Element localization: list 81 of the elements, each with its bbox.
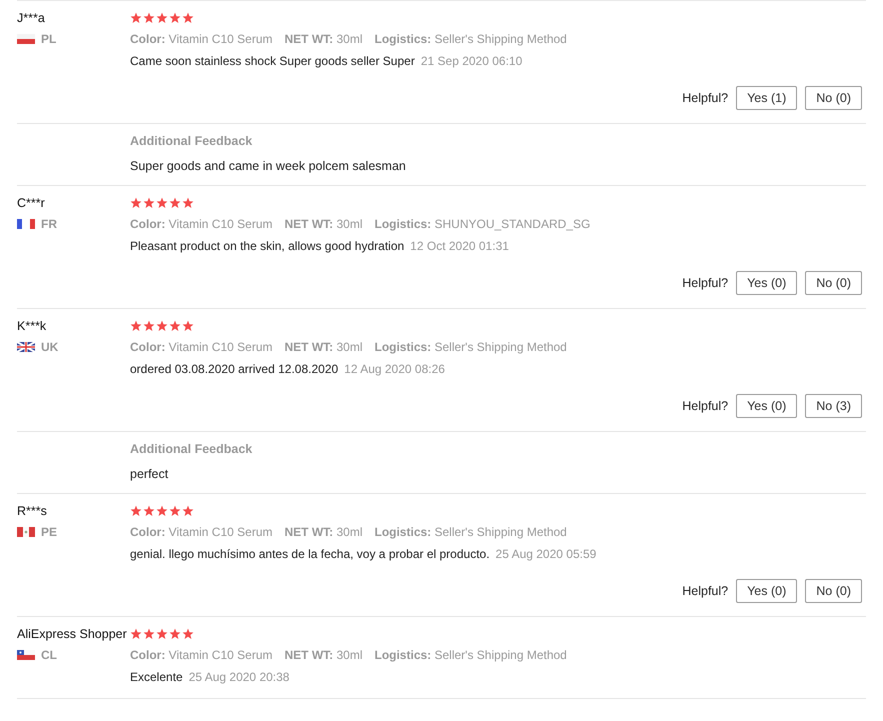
star-icon [169, 628, 181, 640]
star-icon [143, 12, 155, 24]
no-button[interactable]: No (0) [805, 86, 862, 110]
star-icon [156, 197, 168, 209]
product-attribute: Color: Vitamin C10 Serum [130, 216, 272, 233]
flag-icon [17, 650, 35, 660]
review-text: Pleasant product on the skin, allows good hydration [130, 238, 404, 255]
user-name: K***k [17, 318, 48, 335]
review-text: Came soon stainless shock Super goods seller Super [130, 53, 415, 70]
flag-icon [17, 527, 35, 537]
star-icon [156, 628, 168, 640]
product-attribute: Logistics: Seller's Shipping Method [374, 339, 567, 356]
star-icon [182, 505, 194, 517]
user-name: J***a [17, 10, 46, 27]
review-text: ordered 03.08.2020 arrived 12.08.2020 [130, 361, 338, 378]
helpful-label: Helpful? [682, 91, 728, 105]
product-attribute: NET WT: 30ml [284, 647, 362, 664]
product-attribute: NET WT: 30ml [284, 216, 362, 233]
no-button[interactable]: No (0) [805, 579, 862, 603]
star-icon [169, 320, 181, 332]
review-date: 25 Aug 2020 05:59 [496, 546, 596, 563]
star-icon [169, 197, 181, 209]
product-attribute: Logistics: Seller's Shipping Method [374, 524, 567, 541]
flag-icon [17, 34, 35, 44]
country-code: PE [41, 525, 58, 539]
star-icon [182, 197, 194, 209]
flag-icon [17, 219, 35, 229]
review-date: 25 Aug 2020 20:38 [188, 669, 290, 686]
star-icon [130, 320, 142, 332]
country-code: CL [41, 648, 57, 662]
star-icon [143, 197, 155, 209]
review-date: 21 Sep 2020 06:10 [420, 53, 522, 70]
review-text: Excelente [130, 669, 183, 686]
star-icon [130, 12, 142, 24]
star-icon [182, 12, 194, 24]
product-attribute: Logistics: Seller's Shipping Method [374, 31, 567, 48]
product-attribute: Logistics: SHUNYOU_STANDARD_SG [374, 216, 590, 233]
product-attribute: NET WT: 30ml [284, 339, 362, 356]
yes-button[interactable]: Yes (1) [736, 86, 798, 110]
star-icon [130, 628, 142, 640]
user-name: AliExpress Shopper [17, 626, 128, 643]
star-icon [156, 12, 168, 24]
product-attribute: Color: Vitamin C10 Serum [130, 524, 272, 541]
star-icon [143, 628, 155, 640]
additional-feedback-text: perfect [130, 466, 170, 483]
product-attribute: Color: Vitamin C10 Serum [130, 647, 272, 664]
country-code: UK [41, 340, 58, 354]
star-icon [182, 320, 194, 332]
star-icon [169, 505, 181, 517]
product-attribute: Logistics: Seller's Shipping Method [374, 647, 567, 664]
additional-feedback-title: Additional Feedback [130, 133, 254, 150]
yes-button[interactable]: Yes (0) [736, 394, 798, 418]
yes-button[interactable]: Yes (0) [736, 579, 798, 603]
product-attribute: NET WT: 30ml [284, 31, 362, 48]
star-icon [130, 505, 142, 517]
additional-feedback-title: Additional Feedback [130, 441, 254, 458]
no-button[interactable]: No (3) [805, 394, 862, 418]
user-name: R***s [17, 503, 48, 520]
country-code: FR [41, 217, 57, 231]
no-button[interactable]: No (0) [805, 271, 862, 295]
helpful-label: Helpful? [682, 399, 728, 413]
star-icon [182, 628, 194, 640]
star-icon [156, 320, 168, 332]
product-attribute: Color: Vitamin C10 Serum [130, 339, 272, 356]
star-icon [156, 505, 168, 517]
flag-icon [17, 342, 35, 352]
user-name: C***r [17, 195, 46, 212]
helpful-label: Helpful? [682, 276, 728, 290]
star-icon [169, 12, 181, 24]
star-icon [143, 505, 155, 517]
yes-button[interactable]: Yes (0) [736, 271, 798, 295]
review-date: 12 Oct 2020 01:31 [410, 238, 509, 255]
product-attribute: NET WT: 30ml [284, 524, 362, 541]
star-icon [130, 197, 142, 209]
additional-feedback-text: Super goods and came in week polcem salesman [130, 158, 407, 175]
review-text: genial. llego muchísimo antes de la fecha, voy a probar el producto. [130, 546, 490, 563]
star-icon [143, 320, 155, 332]
country-code: PL [41, 32, 56, 46]
review-date: 12 Aug 2020 08:26 [344, 361, 445, 378]
helpful-label: Helpful? [682, 584, 728, 598]
product-attribute: Color: Vitamin C10 Serum [130, 31, 272, 48]
